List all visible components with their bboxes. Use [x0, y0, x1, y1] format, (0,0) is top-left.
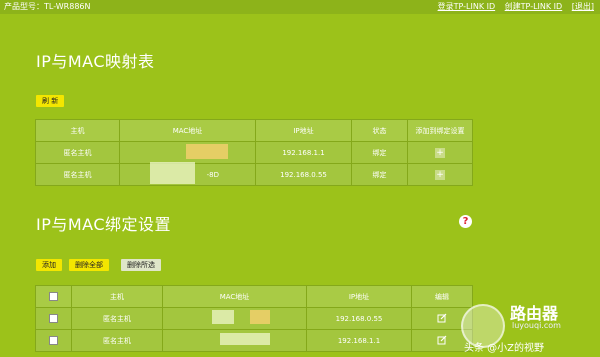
col-edit: 编辑 [411, 285, 473, 308]
host-cell: 匿名主机 [35, 163, 120, 186]
row-checkbox[interactable] [49, 314, 58, 323]
binding-header-row: 主机 MAC地址 IP地址 编辑 [35, 285, 473, 308]
ip-cell: 192.168.0.55 [255, 163, 352, 186]
col-ip: IP地址 [306, 285, 412, 308]
mapping-header-row: 主机 MAC地址 IP地址 状态 添加到绑定设置 [35, 119, 473, 142]
select-cell [35, 329, 72, 352]
redacted-mac [250, 310, 270, 324]
help-icon[interactable]: ? [459, 215, 472, 228]
edit-icon[interactable] [437, 313, 447, 323]
add-binding-cell: + [407, 163, 473, 186]
mapping-table: 主机 MAC地址 IP地址 状态 添加到绑定设置 匿名主机 192.168.1.… [35, 119, 473, 186]
col-host: 主机 [35, 119, 120, 142]
watermark-credit: 头条 @小Z的视野 [464, 343, 545, 354]
redacted-mac [212, 310, 234, 324]
account-links: 登录TP-LINK ID 创建TP-LINK ID [退出] [431, 0, 594, 14]
col-select [35, 285, 72, 308]
ip-cell: 192.168.1.1 [306, 329, 412, 352]
col-status: 状态 [351, 119, 408, 142]
col-mac: MAC地址 [162, 285, 307, 308]
binding-title: IP与MAC绑定设置 [36, 215, 172, 234]
add-button[interactable]: 添加 [36, 259, 62, 271]
host-cell: 匿名主机 [35, 141, 120, 164]
add-binding-icon[interactable]: + [435, 147, 445, 158]
mac-cell [162, 307, 307, 330]
add-binding-icon[interactable]: + [435, 169, 445, 180]
watermark-url: luyouqi.com [512, 321, 561, 330]
select-cell [35, 307, 72, 330]
product-model: 产品型号：TL-WR886N [4, 2, 91, 11]
host-cell: 匿名主机 [71, 307, 163, 330]
table-row: 匿名主机 192.168.1.1 绑定 + [35, 141, 473, 164]
ip-cell: 192.168.0.55 [306, 307, 412, 330]
status-cell: 绑定 [351, 163, 408, 186]
redacted-mac [186, 144, 228, 159]
col-ip: IP地址 [255, 119, 352, 142]
col-mac: MAC地址 [119, 119, 256, 142]
status-cell: 绑定 [351, 141, 408, 164]
add-binding-cell: + [407, 141, 473, 164]
refresh-button[interactable]: 刷 新 [36, 95, 65, 107]
col-host: 主机 [71, 285, 163, 308]
delete-all-button[interactable]: 删除全部 [69, 259, 109, 271]
col-add-binding: 添加到绑定设置 [407, 119, 473, 142]
redacted-mac [150, 162, 195, 184]
edit-icon[interactable] [437, 335, 447, 345]
select-all-checkbox[interactable] [49, 292, 58, 301]
row-checkbox[interactable] [49, 336, 58, 345]
login-link[interactable]: 登录TP-LINK ID [438, 2, 496, 11]
host-cell: 匿名主机 [71, 329, 163, 352]
mapping-title: IP与MAC映射表 [36, 52, 155, 71]
top-bar: 产品型号：TL-WR886N 登录TP-LINK ID 创建TP-LINK ID… [0, 0, 600, 14]
create-id-link[interactable]: 创建TP-LINK ID [505, 2, 563, 11]
table-row: 匿名主机 -8D 192.168.0.55 绑定 + [35, 163, 473, 186]
ip-cell: 192.168.1.1 [255, 141, 352, 164]
delete-selected-button[interactable]: 删除所选 [121, 259, 161, 271]
redacted-mac [220, 333, 270, 345]
logout-link[interactable]: [退出] [572, 2, 594, 11]
